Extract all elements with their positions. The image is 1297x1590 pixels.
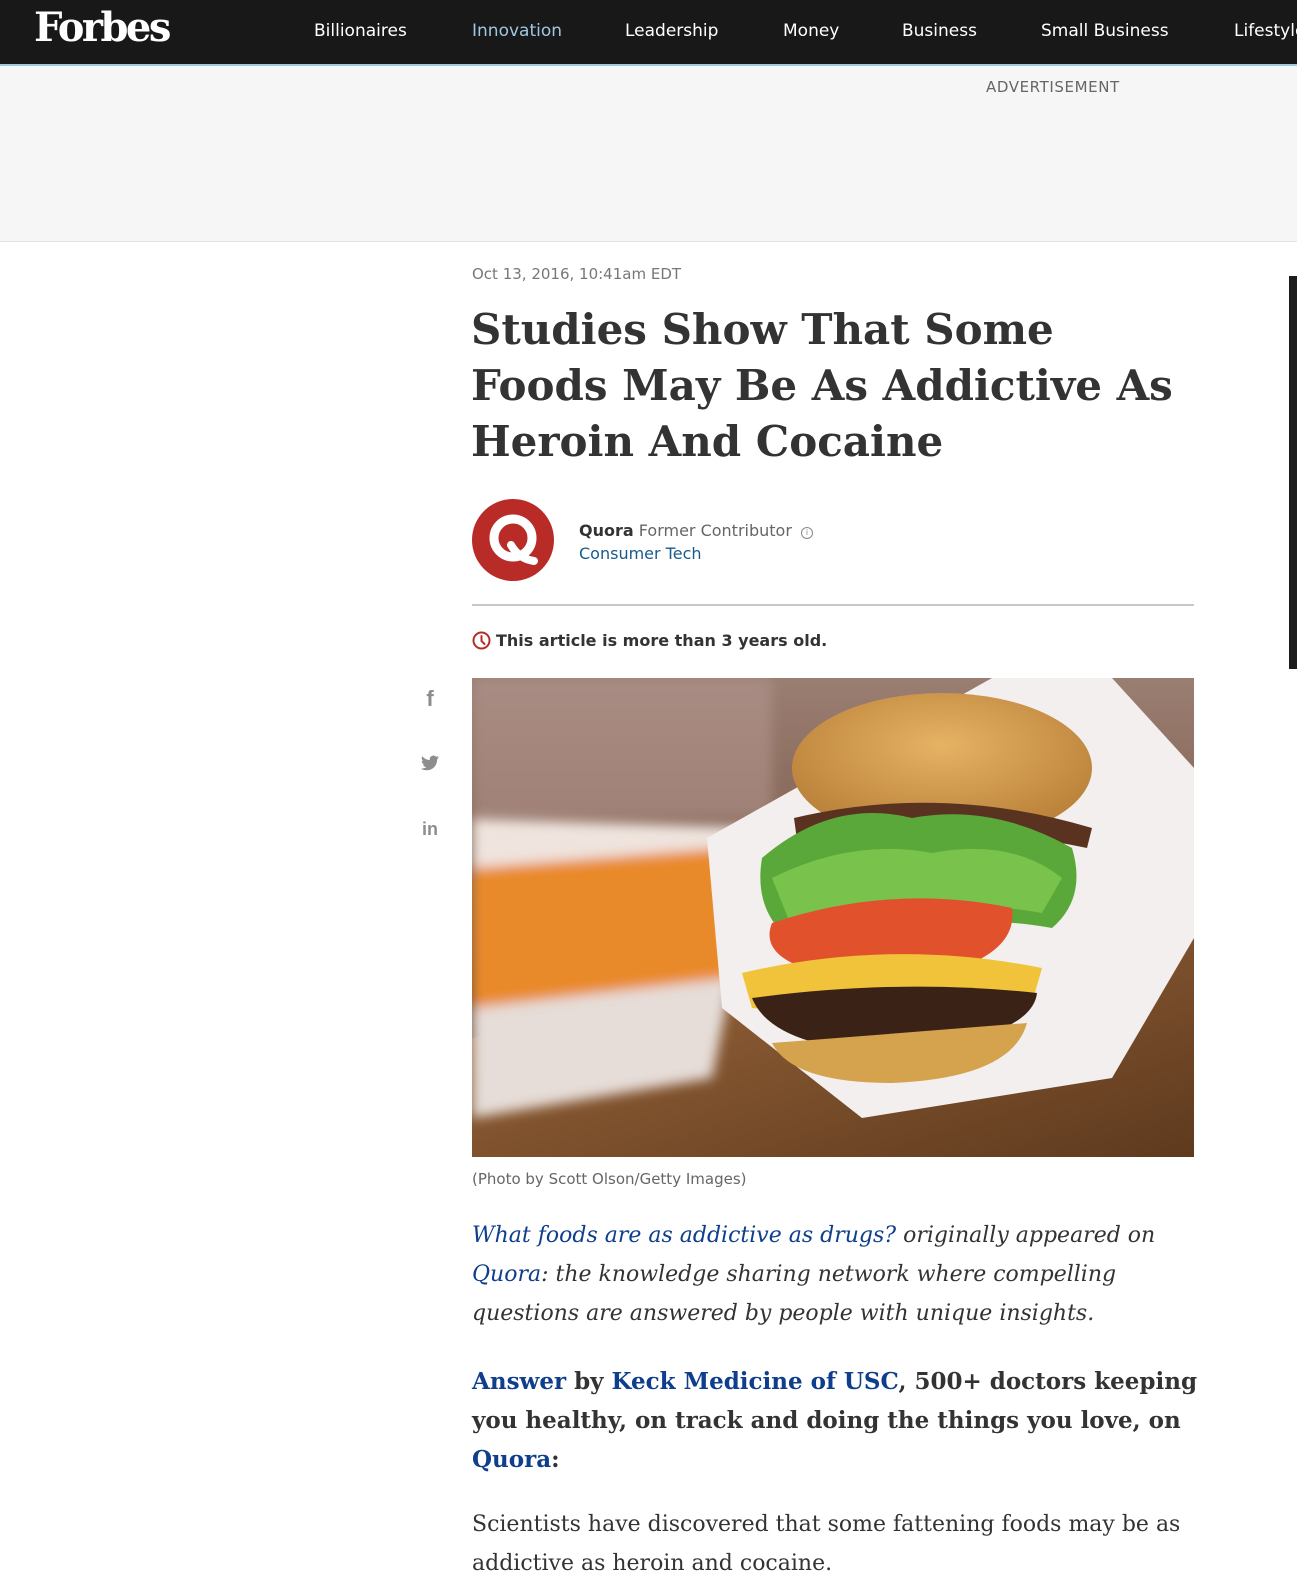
body-paragraph: Scientists have discovered that some fat…	[472, 1512, 1181, 1576]
headline-line: Studies Show That Some	[471, 305, 1054, 354]
answer-text: by	[566, 1368, 612, 1395]
forbes-logo[interactable]: Forbes	[34, 4, 171, 51]
answer-text: :	[551, 1446, 560, 1473]
article-date: Oct 13, 2016, 10:41am EDT	[472, 265, 682, 283]
nav-item-billionaires[interactable]: Billionaires	[314, 21, 407, 41]
article-headline: Studies Show That Some Foods May Be As A…	[471, 302, 1191, 470]
nav-item-small-business[interactable]: Small Business	[1041, 21, 1169, 41]
nav-item-innovation[interactable]: Innovation	[472, 21, 562, 41]
author-role: Former Contributor	[638, 521, 792, 540]
nav-item-money[interactable]: Money	[783, 21, 839, 41]
age-notice-text: This article is more than 3 years old.	[496, 631, 828, 650]
answer-attribution: Answer by Keck Medicine of USC, 500+ doc…	[472, 1362, 1202, 1479]
question-link[interactable]: What foods are as addictive as drugs?	[472, 1223, 896, 1248]
advertisement-label: ADVERTISEMENT	[986, 78, 1120, 96]
linkedin-icon[interactable]: in	[421, 819, 439, 840]
image-caption: (Photo by Scott Olson/Getty Images)	[472, 1170, 747, 1188]
answer-link[interactable]: Answer	[472, 1368, 566, 1395]
top-navigation-bar: Forbes Billionaires Innovation Leadershi…	[0, 0, 1297, 66]
facebook-icon[interactable]: f	[421, 686, 439, 712]
headline-line: Heroin And Cocaine	[471, 417, 944, 466]
quora-link[interactable]: Quora	[472, 1262, 541, 1287]
article-age-notice: This article is more than 3 years old.	[472, 631, 827, 650]
quora-link[interactable]: Quora	[472, 1446, 551, 1473]
intro-paragraph: What foods are as addictive as drugs? or…	[472, 1216, 1202, 1333]
info-icon[interactable]: i	[801, 527, 814, 539]
divider	[472, 604, 1194, 606]
nav-item-leadership[interactable]: Leadership	[625, 21, 718, 41]
nav-item-lifestyle[interactable]: Lifestyle	[1234, 21, 1297, 41]
side-panel-edge	[1289, 276, 1297, 669]
intro-text: originally appeared on	[896, 1223, 1156, 1248]
headline-line: Foods May Be As Addictive As	[471, 361, 1173, 410]
keck-medicine-link[interactable]: Keck Medicine of USC	[612, 1368, 899, 1395]
author-avatar[interactable]	[472, 499, 554, 581]
intro-text: : the knowledge sharing network where co…	[472, 1262, 1117, 1326]
advertisement-banner[interactable]: ADVERTISEMENT	[0, 66, 1297, 242]
article-hero-image[interactable]	[472, 678, 1194, 1157]
author-name[interactable]: Quora	[579, 521, 634, 540]
twitter-icon[interactable]	[421, 755, 439, 775]
quora-logo-icon	[489, 514, 538, 565]
author-channel-link[interactable]: Consumer Tech	[579, 544, 702, 563]
burger-photo	[472, 678, 1194, 1157]
nav-item-business[interactable]: Business	[902, 21, 977, 41]
clock-icon	[472, 631, 491, 650]
author-byline: Quora Former Contributor i	[579, 521, 814, 540]
